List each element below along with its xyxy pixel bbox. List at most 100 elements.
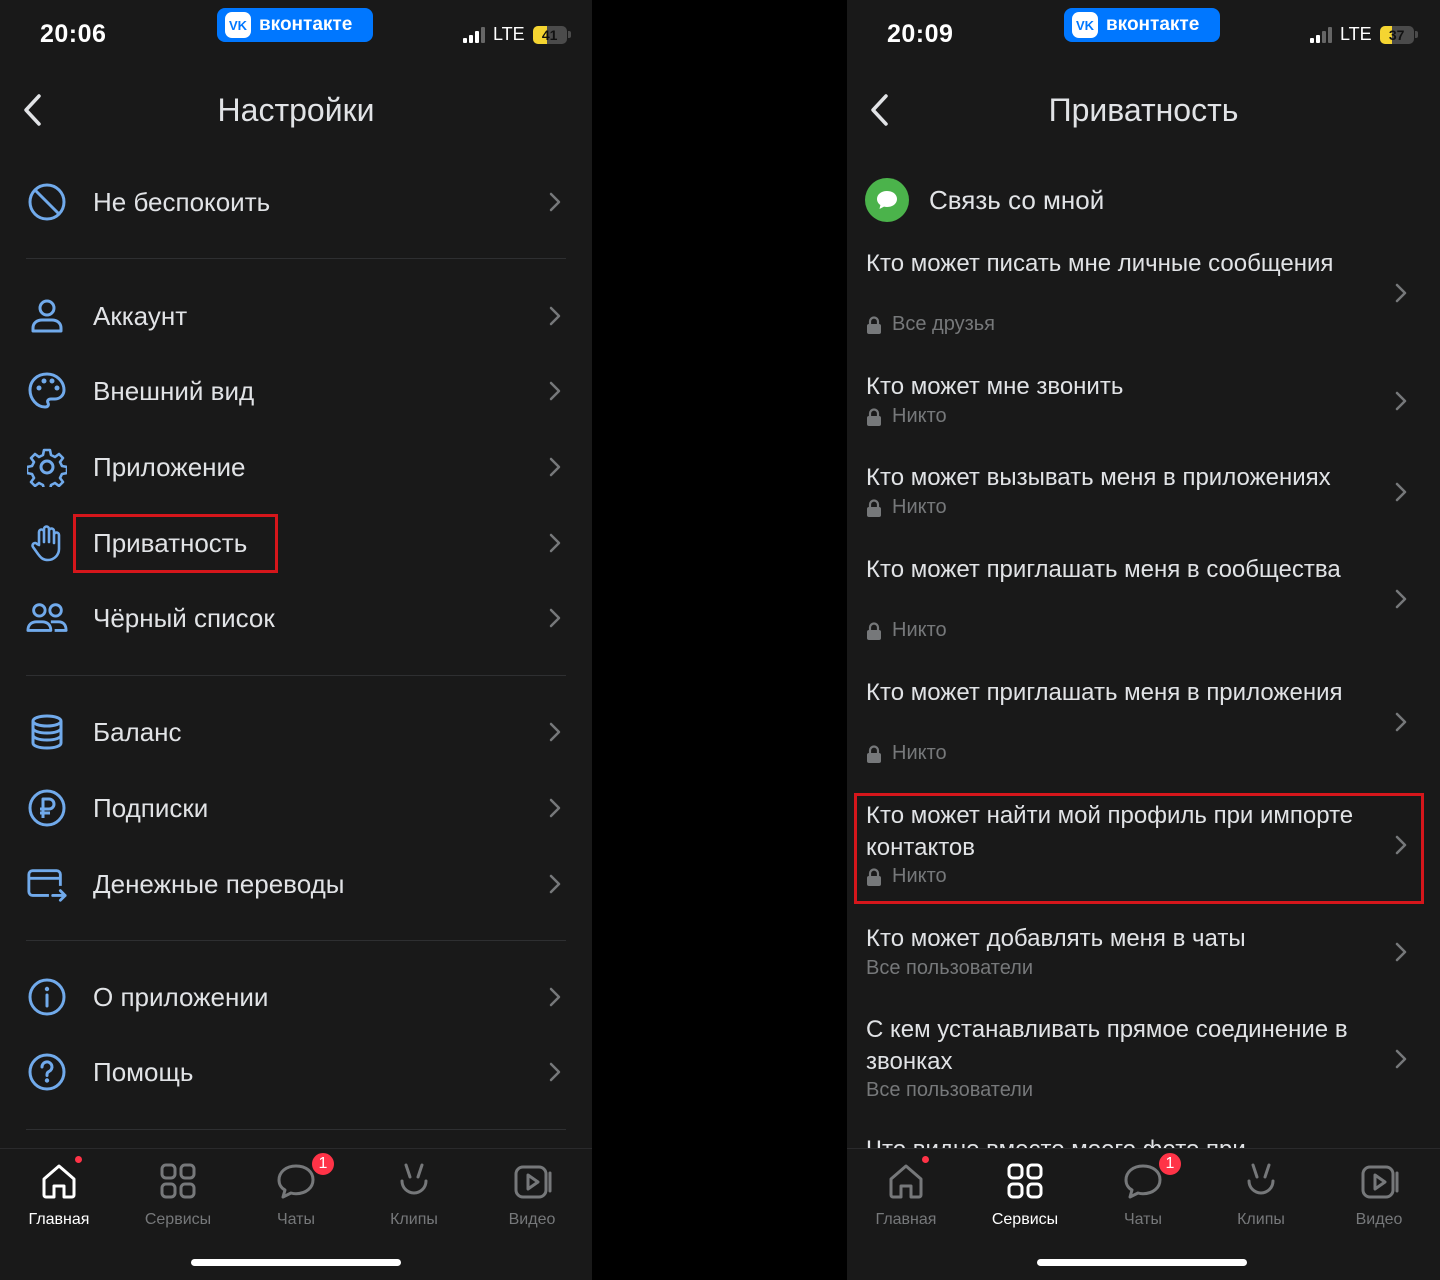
settings-item[interactable]: О приложении (0, 962, 592, 1032)
settings-item-label: Приложение (93, 451, 246, 482)
notification-dot (74, 1155, 83, 1164)
privacy-setting-title: Кто может вызывать меня в приложениях (866, 464, 1331, 491)
user-icon (26, 295, 68, 337)
vk-app-pill[interactable]: VK вконтакте (217, 8, 373, 42)
home-icon (37, 1155, 83, 1203)
video-icon (1357, 1159, 1401, 1203)
battery-level: 41 (541, 26, 558, 43)
settings-item[interactable]: Подписки (0, 773, 592, 843)
tab-label: Клипы (390, 1211, 438, 1228)
privacy-setting-value-text: Все друзья (892, 313, 996, 335)
settings-item[interactable]: Приложение (0, 432, 592, 502)
settings-item-label: Чёрный список (93, 602, 275, 633)
status-bar: 20:09 VK вконтакте LTE 37 (847, 0, 1440, 70)
nav-header: Настройки (0, 76, 592, 146)
home-indicator (191, 1259, 401, 1266)
chevron-right-icon (548, 797, 562, 819)
settings-screen: 20:06 VK вконтакте LTE 41 Настройки Не б… (0, 0, 592, 1280)
privacy-setting-value-text: Все пользователи (866, 957, 1034, 979)
clips-icon (1239, 1159, 1283, 1203)
privacy-setting-value-text: Все пользователи (866, 1079, 1034, 1101)
settings-item[interactable]: Не беспокоить (0, 167, 592, 237)
vk-logo-icon: VK (225, 12, 251, 38)
privacy-setting-title: Кто может приглашать меня в приложения (866, 679, 1343, 706)
gear-icon (26, 446, 68, 488)
tab-label: Главная (28, 1211, 90, 1228)
lock-icon (866, 499, 882, 517)
tab-item[interactable]: Главная (851, 1155, 961, 1229)
tab-label: Сервисы (144, 1211, 212, 1228)
tab-item[interactable]: 1 Чаты (241, 1151, 351, 1229)
chat-icon: 1 (274, 1151, 336, 1203)
chevron-right-icon (1394, 1048, 1408, 1070)
section-title: Связь со мной (929, 184, 1105, 215)
settings-item[interactable]: Аккаунт (0, 281, 592, 351)
chevron-right-icon (548, 721, 562, 743)
tab-item[interactable]: 1 Чаты (1088, 1151, 1198, 1229)
tab-item[interactable]: Видео (477, 1159, 587, 1229)
settings-item-label: О приложении (93, 981, 269, 1012)
chevron-right-icon (1394, 588, 1408, 610)
privacy-setting-value: Все пользователи (866, 1079, 1033, 1102)
services-icon (156, 1159, 200, 1203)
do-not-disturb-icon (26, 181, 68, 223)
status-time: 20:06 (40, 20, 107, 48)
tab-label: Видео (1355, 1211, 1403, 1228)
battery-icon: 37 (1379, 25, 1414, 44)
chevron-right-icon (548, 380, 562, 402)
card-transfer-icon (26, 863, 68, 905)
vk-app-pill[interactable]: VK вконтакте (1064, 8, 1220, 42)
settings-item-label: Не беспокоить (93, 186, 271, 217)
tab-label: Чаты (1123, 1211, 1163, 1228)
status-indicators: LTE 41 (463, 24, 571, 45)
tab-item[interactable]: Клипы (1206, 1159, 1316, 1229)
privacy-setting-value: Никто (866, 496, 947, 519)
tab-item[interactable]: Видео (1324, 1159, 1434, 1229)
status-bar: 20:06 VK вконтакте LTE 41 (0, 0, 592, 70)
network-type: LTE (493, 24, 525, 44)
settings-item[interactable]: Денежные переводы (0, 849, 592, 919)
tab-label: Чаты (276, 1211, 316, 1228)
battery-icon: 41 (532, 25, 567, 44)
privacy-setting-value-text: Никто (892, 405, 947, 427)
signal-icon (1310, 26, 1332, 43)
battery-tip (1414, 31, 1418, 38)
chevron-right-icon (1394, 390, 1408, 412)
home-icon (884, 1155, 930, 1203)
signal-icon (463, 26, 485, 43)
chevron-right-icon (548, 873, 562, 895)
tab-label: Видео (508, 1211, 556, 1228)
page-title: Приватность (1048, 92, 1239, 128)
video-icon (510, 1159, 554, 1203)
settings-item[interactable]: Помощь (0, 1037, 592, 1107)
privacy-setting-title: С кем устанавливать прямое соединение в … (866, 1016, 1348, 1075)
help-icon (26, 1051, 68, 1093)
network-type: LTE (1340, 24, 1372, 44)
palette-icon (26, 370, 68, 412)
vk-pill-label: вконтакте (259, 14, 353, 35)
chevron-right-icon (1394, 941, 1408, 963)
settings-item-label: Подписки (93, 792, 209, 823)
tab-label: Сервисы (991, 1211, 1059, 1228)
chevron-right-icon (548, 532, 562, 554)
tab-item[interactable]: Сервисы (123, 1159, 233, 1229)
privacy-setting-value-text: Никто (892, 742, 947, 764)
divider (26, 940, 566, 941)
tab-item[interactable]: Клипы (359, 1159, 469, 1229)
lock-icon (866, 622, 882, 640)
tab-item[interactable]: Главная (4, 1155, 114, 1229)
tab-item[interactable]: Сервисы (970, 1159, 1080, 1229)
chevron-right-icon (548, 456, 562, 478)
tab-label: Клипы (1237, 1211, 1285, 1228)
divider (26, 258, 566, 259)
chevron-right-icon (1394, 711, 1408, 733)
privacy-setting-title: Кто может мне звонить (866, 373, 1124, 400)
settings-item[interactable]: Чёрный список (0, 583, 592, 653)
status-indicators: LTE 37 (1310, 24, 1418, 45)
settings-item[interactable]: Баланс (0, 697, 592, 767)
privacy-setting-title: Кто может приглашать меня в сообщества (866, 556, 1341, 583)
settings-item[interactable]: Внешний вид (0, 356, 592, 426)
lock-icon (866, 316, 882, 334)
chevron-right-icon (548, 1061, 562, 1083)
highlight-box (73, 514, 278, 573)
